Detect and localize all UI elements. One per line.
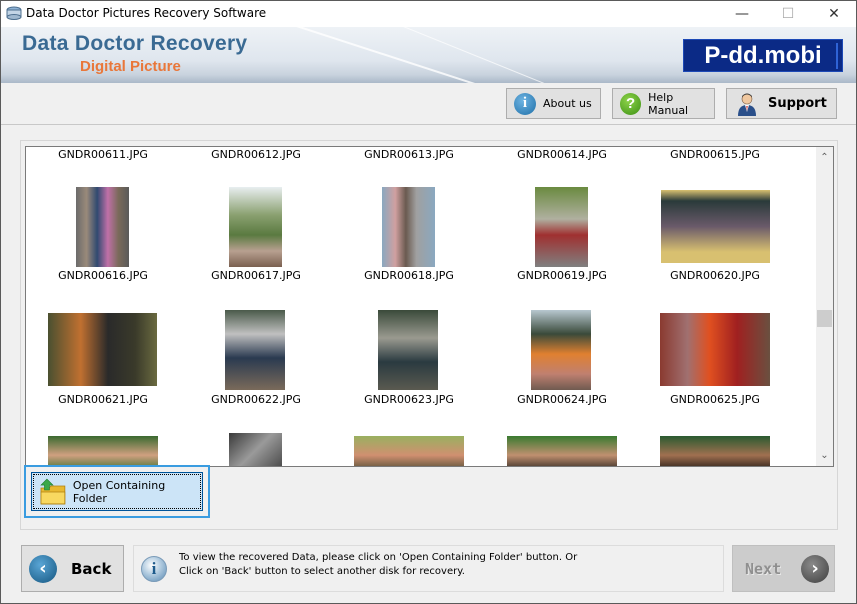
file-name: GNDR00612.JPG bbox=[211, 148, 301, 161]
help-manual-button[interactable]: ? Help Manual bbox=[612, 88, 715, 119]
app-icon bbox=[6, 6, 22, 20]
file-name: GNDR00621.JPG bbox=[58, 393, 148, 406]
minimize-icon: — bbox=[735, 6, 749, 22]
support-person-icon bbox=[738, 93, 756, 116]
brand-logo: P-dd.mobi bbox=[683, 39, 843, 72]
file-name: GNDR00623.JPG bbox=[364, 393, 454, 406]
file-name: GNDR00625.JPG bbox=[670, 393, 760, 406]
scroll-down-button[interactable]: ⌄ bbox=[816, 447, 833, 464]
chevron-up-icon: ⌃ bbox=[820, 152, 829, 163]
header-banner: Data Doctor Recovery Digital Picture P-d… bbox=[1, 27, 856, 83]
app-window: Data Doctor Pictures Recovery Software —… bbox=[0, 0, 857, 604]
photo-thumbnail[interactable] bbox=[660, 436, 770, 466]
file-name: GNDR00615.JPG bbox=[670, 148, 760, 161]
photo-thumbnail[interactable] bbox=[378, 310, 438, 390]
open-folder-focus-ring: Open Containing Folder bbox=[24, 465, 210, 518]
photo-thumbnail[interactable] bbox=[76, 187, 129, 267]
open-containing-folder-button[interactable]: Open Containing Folder bbox=[31, 472, 203, 511]
maximize-button[interactable]: ☐ bbox=[765, 1, 811, 27]
next-label: Next bbox=[745, 559, 782, 578]
file-name: GNDR00613.JPG bbox=[364, 148, 454, 161]
file-name: GNDR00617.JPG bbox=[211, 269, 301, 282]
instructions-panel: i To view the recovered Data, please cli… bbox=[133, 545, 724, 592]
next-arrow-icon: › bbox=[801, 554, 830, 583]
file-name: GNDR00620.JPG bbox=[670, 269, 760, 282]
photo-thumbnail[interactable] bbox=[48, 436, 158, 466]
photo-thumbnail[interactable] bbox=[354, 436, 464, 466]
next-button[interactable]: Next › bbox=[732, 545, 835, 592]
photo-thumbnail[interactable] bbox=[229, 187, 282, 267]
photo-thumbnail[interactable] bbox=[660, 313, 770, 386]
file-name: GNDR00622.JPG bbox=[211, 393, 301, 406]
file-name: GNDR00616.JPG bbox=[58, 269, 148, 282]
help-icon: ? bbox=[620, 92, 642, 115]
header-divider bbox=[1, 124, 856, 125]
photo-thumbnail[interactable] bbox=[225, 310, 285, 390]
brand-subtitle: Digital Picture bbox=[80, 58, 181, 75]
folder-upload-icon bbox=[40, 478, 66, 504]
instructions-text: To view the recovered Data, please click… bbox=[179, 551, 577, 579]
photo-thumbnail[interactable] bbox=[531, 310, 591, 390]
title-bar: Data Doctor Pictures Recovery Software —… bbox=[1, 1, 856, 27]
window-title: Data Doctor Pictures Recovery Software bbox=[26, 6, 267, 20]
file-name: GNDR00618.JPG bbox=[364, 269, 454, 282]
scrollbar-thumb[interactable] bbox=[817, 310, 832, 327]
info-icon: i bbox=[141, 556, 167, 582]
recovered-pictures-gallery[interactable]: GNDR00611.JPG GNDR00612.JPG GNDR00613.JP… bbox=[25, 146, 834, 467]
maximize-icon: ☐ bbox=[781, 6, 795, 22]
open-containing-folder-label: Open Containing Folder bbox=[72, 478, 166, 505]
back-label: Back bbox=[71, 559, 112, 578]
file-name: GNDR00619.JPG bbox=[517, 269, 607, 282]
info-icon: i bbox=[514, 92, 536, 115]
support-button[interactable]: Support bbox=[726, 88, 837, 119]
photo-thumbnail[interactable] bbox=[535, 187, 588, 267]
file-name: GNDR00624.JPG bbox=[517, 393, 607, 406]
photo-thumbnail[interactable] bbox=[229, 433, 282, 466]
minimize-button[interactable]: — bbox=[719, 1, 765, 27]
about-us-button[interactable]: i About us bbox=[506, 88, 601, 119]
photo-thumbnail[interactable] bbox=[48, 313, 157, 386]
support-label: Support bbox=[768, 96, 827, 111]
instructions-line-2: Click on 'Back' button to select another… bbox=[179, 566, 465, 577]
close-icon: ✕ bbox=[828, 6, 840, 22]
brand-title: Data Doctor Recovery bbox=[22, 32, 248, 55]
back-button[interactable]: ‹ Back bbox=[21, 545, 124, 592]
file-name: GNDR00611.JPG bbox=[58, 148, 148, 161]
help-manual-label: Help Manual bbox=[648, 90, 689, 117]
back-arrow-icon: ‹ bbox=[29, 554, 57, 583]
about-us-label: About us bbox=[543, 97, 592, 110]
scroll-up-button[interactable]: ⌃ bbox=[816, 149, 833, 166]
photo-thumbnail[interactable] bbox=[507, 436, 617, 466]
instructions-line-1: To view the recovered Data, please click… bbox=[179, 552, 578, 563]
vertical-scrollbar[interactable]: ⌃ ⌄ bbox=[816, 147, 833, 466]
chevron-down-icon: ⌄ bbox=[820, 450, 829, 461]
file-name: GNDR00614.JPG bbox=[517, 148, 607, 161]
close-button[interactable]: ✕ bbox=[811, 1, 857, 27]
photo-thumbnail[interactable] bbox=[661, 190, 770, 263]
photo-thumbnail[interactable] bbox=[382, 187, 435, 267]
banner-decoration bbox=[240, 27, 622, 83]
